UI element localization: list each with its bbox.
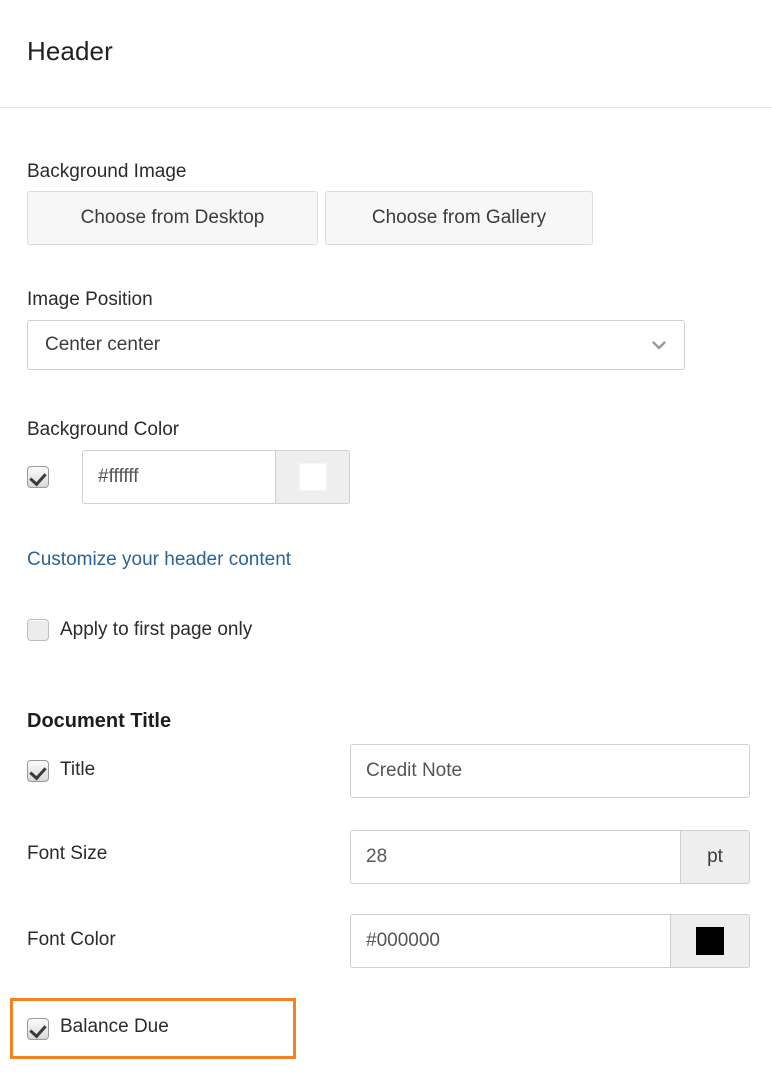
- font-size-input[interactable]: [350, 830, 681, 884]
- apply-to-first-page-checkbox[interactable]: [27, 619, 49, 641]
- background-color-label: Background Color: [27, 419, 179, 441]
- font-color-swatch-button[interactable]: [670, 914, 750, 968]
- choose-from-gallery-button[interactable]: Choose from Gallery: [325, 191, 593, 245]
- font-color-label: Font Color: [27, 929, 116, 951]
- image-position-label: Image Position: [27, 289, 153, 311]
- customize-header-content-link[interactable]: Customize your header content: [27, 549, 291, 571]
- balance-due-label[interactable]: Balance Due: [60, 1016, 169, 1038]
- font-size-label: Font Size: [27, 843, 107, 865]
- panel-header: Header: [0, 0, 772, 108]
- document-title-heading: Document Title: [27, 710, 171, 733]
- font-color-swatch: [696, 927, 724, 955]
- background-color-swatch-button[interactable]: [275, 450, 350, 504]
- background-image-label: Background Image: [27, 161, 187, 183]
- background-color-input[interactable]: [82, 450, 276, 504]
- image-position-selected-value: Center center: [45, 334, 160, 356]
- background-color-checkbox[interactable]: [27, 466, 49, 488]
- image-position-select[interactable]: Center center: [27, 320, 685, 370]
- page-title: Header: [27, 36, 113, 67]
- background-color-swatch: [299, 463, 327, 491]
- title-label[interactable]: Title: [60, 759, 95, 781]
- balance-due-checkbox[interactable]: [27, 1018, 49, 1040]
- font-color-input[interactable]: [350, 914, 671, 968]
- title-checkbox[interactable]: [27, 760, 49, 782]
- apply-to-first-page-label[interactable]: Apply to first page only: [60, 619, 252, 641]
- title-input[interactable]: [350, 744, 750, 798]
- chevron-down-icon: [650, 336, 668, 354]
- choose-from-desktop-button[interactable]: Choose from Desktop: [27, 191, 318, 245]
- font-size-unit-suffix: pt: [680, 830, 750, 884]
